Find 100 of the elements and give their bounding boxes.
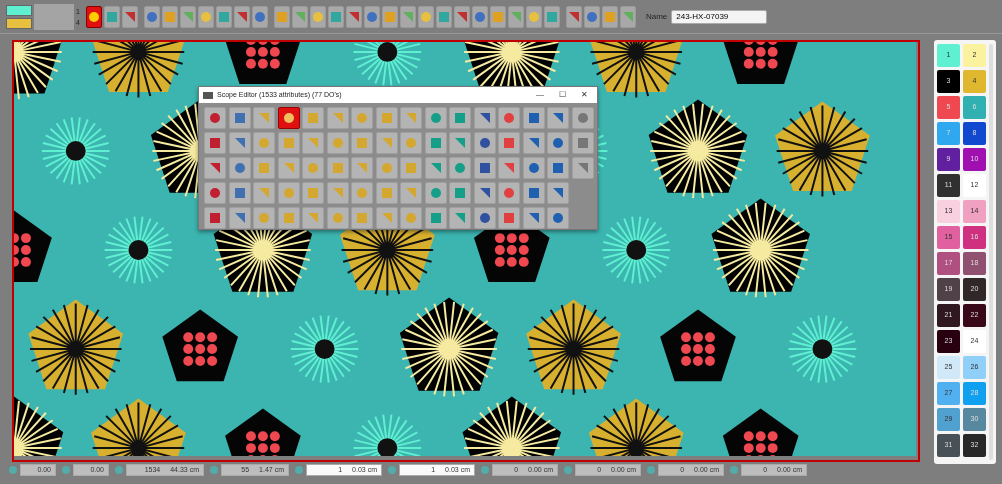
shape-icon <box>567 10 580 23</box>
circle-icon <box>481 466 489 474</box>
shape-icon <box>258 112 270 124</box>
shape-icon <box>491 10 504 23</box>
color-swatch[interactable] <box>6 17 32 29</box>
shape-icon <box>258 212 270 224</box>
shape-icon <box>552 212 564 224</box>
shape-icon <box>454 187 466 199</box>
window-control-button[interactable]: — <box>531 89 549 101</box>
shape-icon <box>275 10 288 23</box>
color-swatch[interactable] <box>6 4 32 16</box>
shape-icon <box>209 137 221 149</box>
preview-panel <box>34 3 74 30</box>
circle-icon <box>210 466 218 474</box>
name-field[interactable]: 243-HX-07039 <box>671 9 768 24</box>
shape-icon <box>380 162 393 174</box>
tool-button[interactable] <box>473 182 496 204</box>
tool-button[interactable] <box>204 132 226 154</box>
shape-icon <box>405 212 417 224</box>
tool-button[interactable] <box>473 107 496 129</box>
shape-icon <box>217 10 230 23</box>
shape-icon <box>380 112 393 124</box>
tool-button[interactable] <box>547 207 569 229</box>
circle-icon <box>564 466 572 474</box>
shape-icon <box>258 137 270 149</box>
tool-button[interactable] <box>547 157 569 179</box>
shape-icon <box>233 162 246 174</box>
shape-icon <box>282 137 295 149</box>
shape-icon <box>478 212 491 224</box>
name-label: Name <box>645 10 668 23</box>
shape-icon <box>209 112 221 124</box>
shape-icon <box>478 162 491 174</box>
shape-icon <box>365 10 378 23</box>
shape-icon <box>356 162 368 174</box>
shape-icon <box>503 162 515 174</box>
tool-button[interactable] <box>473 132 496 154</box>
shape-icon <box>209 187 221 199</box>
tool-button[interactable] <box>473 207 496 229</box>
shape-icon <box>454 212 466 224</box>
tool-button[interactable] <box>204 107 226 129</box>
shape-icon <box>307 212 319 224</box>
shape-icon <box>503 137 515 149</box>
shape-icon <box>145 10 158 23</box>
burst-motif <box>787 314 858 384</box>
shape-icon <box>527 187 540 199</box>
shape-icon <box>356 112 368 124</box>
tool-button[interactable] <box>522 207 545 229</box>
tool-button[interactable] <box>522 107 545 129</box>
shape-icon <box>503 187 515 199</box>
shape-icon <box>473 10 486 23</box>
shape-icon <box>293 10 306 23</box>
shape-icon <box>552 162 564 174</box>
shape-icon <box>429 162 442 174</box>
shape-icon <box>455 10 468 23</box>
shape-icon <box>552 112 564 124</box>
shape-icon <box>233 212 246 224</box>
shape-icon <box>233 137 246 149</box>
shape-icon <box>307 137 319 149</box>
circle-icon <box>730 466 738 474</box>
shape-icon <box>437 10 450 23</box>
shape-icon <box>258 162 270 174</box>
shape-icon <box>329 10 342 23</box>
shape-icon <box>503 112 515 124</box>
shape-icon <box>311 10 324 23</box>
shape-icon <box>405 137 417 149</box>
tool-button[interactable] <box>85 5 102 28</box>
tool-button[interactable] <box>204 182 226 204</box>
tool-button[interactable] <box>522 157 545 179</box>
shape-icon <box>478 187 491 199</box>
shape-icon <box>282 162 295 174</box>
circle-icon <box>295 466 303 474</box>
tool-button[interactable] <box>204 157 226 179</box>
tool-button[interactable] <box>547 107 569 129</box>
shape-icon <box>429 112 442 124</box>
shape-icon <box>527 10 540 23</box>
shape-icon <box>209 212 221 224</box>
shape-icon <box>527 137 540 149</box>
shape-icon <box>253 10 266 23</box>
shape-icon <box>163 10 176 23</box>
shape-icon <box>380 187 393 199</box>
shape-icon <box>233 112 246 124</box>
shape-icon <box>331 112 344 124</box>
tool-button[interactable] <box>547 132 569 154</box>
shape-icon <box>105 10 118 23</box>
tool-button[interactable] <box>204 207 226 229</box>
circle-icon <box>647 466 655 474</box>
tool-button[interactable] <box>522 132 545 154</box>
window-control-button[interactable]: ✕ <box>575 89 593 101</box>
shape-icon <box>576 137 589 149</box>
circle-icon <box>9 466 17 474</box>
tool-button[interactable] <box>522 182 545 204</box>
shape-icon <box>429 187 442 199</box>
tool-button[interactable] <box>473 157 496 179</box>
shape-icon <box>181 10 194 23</box>
tool-button[interactable] <box>547 182 569 204</box>
tool-button[interactable] <box>277 107 300 129</box>
shape-icon <box>235 10 248 23</box>
window-icon <box>203 91 213 99</box>
window-control-button[interactable]: ☐ <box>553 89 571 101</box>
shape-icon <box>347 10 360 23</box>
